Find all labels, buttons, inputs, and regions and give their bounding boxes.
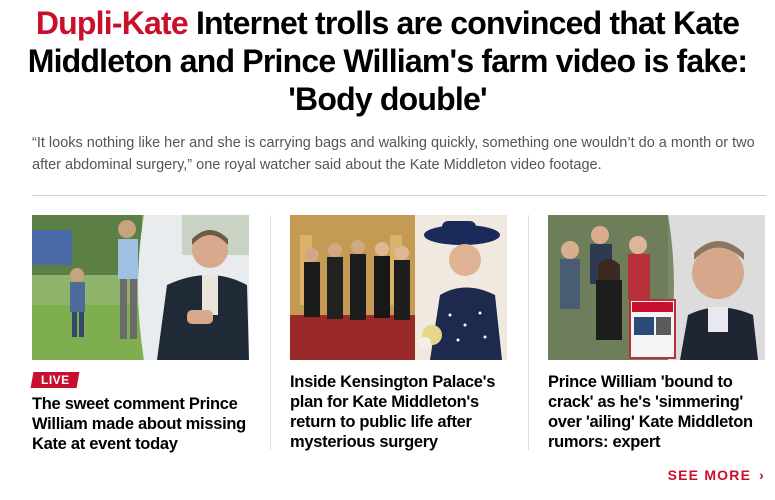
related-story-card-3[interactable]: Prince William 'bound to crack' as he's … bbox=[548, 215, 766, 452]
subheadline: “It looks nothing like her and she is ca… bbox=[32, 135, 755, 173]
divider bbox=[32, 195, 766, 196]
headline[interactable]: Dupli-Kate Internet trolls are convinced… bbox=[20, 4, 755, 118]
related-story-image-1[interactable] bbox=[32, 215, 249, 360]
related-story-image-2[interactable] bbox=[290, 215, 507, 360]
see-more-label: SEE MORE bbox=[667, 467, 752, 483]
see-more-link[interactable]: SEE MORE › bbox=[668, 467, 765, 483]
related-story-card-1[interactable]: LIVE The sweet comment Prince William ma… bbox=[30, 215, 250, 454]
column-separator bbox=[270, 215, 271, 450]
related-story-image-3[interactable] bbox=[548, 215, 765, 360]
live-badge: LIVE bbox=[30, 372, 80, 388]
chevron-right-icon: › bbox=[759, 467, 765, 483]
related-story-card-2[interactable]: Inside Kensington Palace's plan for Kate… bbox=[290, 215, 508, 452]
related-story-title-1[interactable]: The sweet comment Prince William made ab… bbox=[32, 394, 250, 454]
related-story-title-3[interactable]: Prince William 'bound to crack' as he's … bbox=[548, 372, 766, 452]
headline-kicker: Dupli-Kate bbox=[35, 5, 189, 41]
related-story-title-2[interactable]: Inside Kensington Palace's plan for Kate… bbox=[290, 372, 508, 452]
column-separator bbox=[528, 215, 529, 450]
